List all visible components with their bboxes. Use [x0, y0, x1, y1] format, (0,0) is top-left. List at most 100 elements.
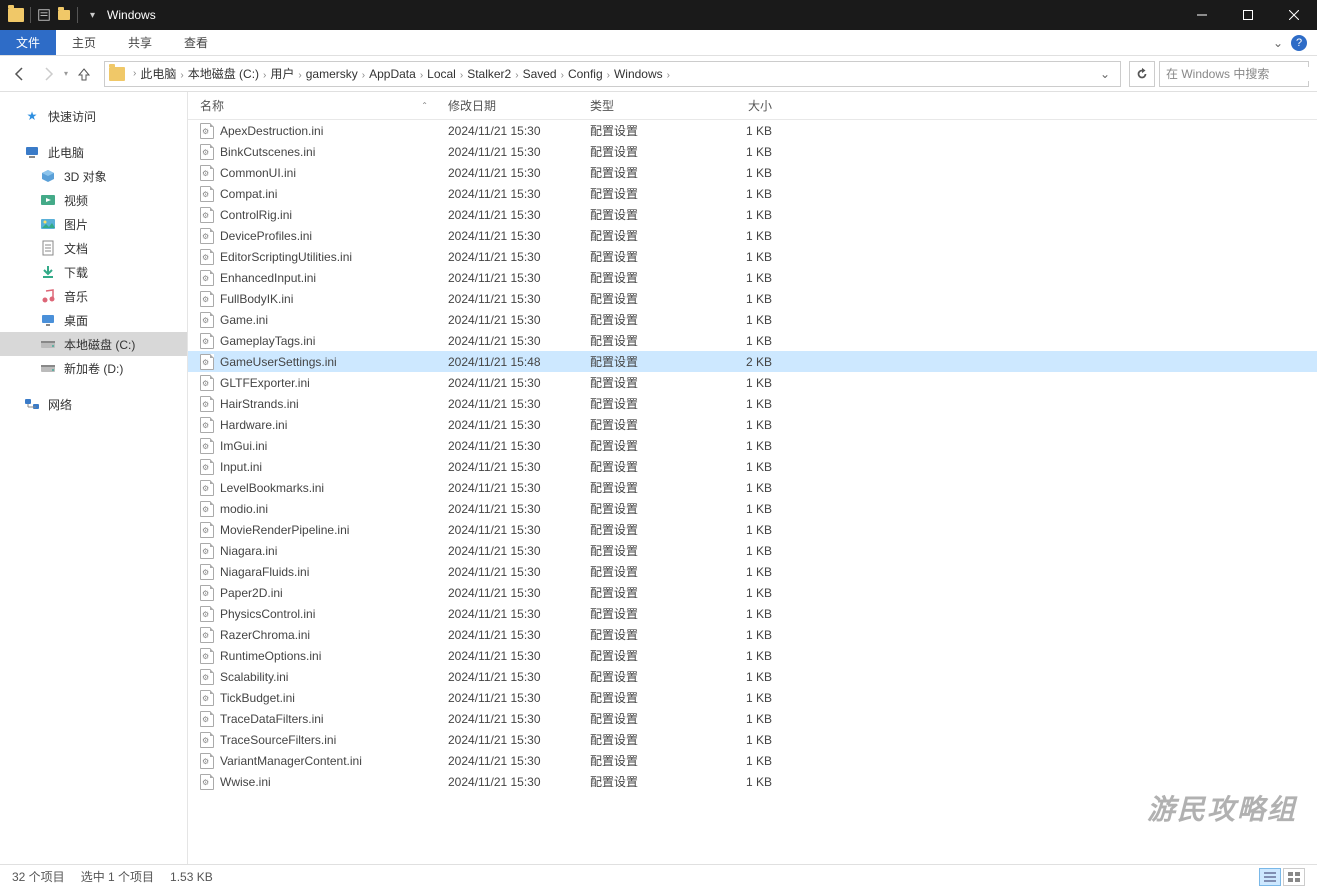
- file-row[interactable]: ⚙Game.ini2024/11/21 15:30配置设置1 KB: [188, 309, 1317, 330]
- ribbon-tab-view[interactable]: 查看: [168, 30, 224, 55]
- file-row[interactable]: ⚙NiagaraFluids.ini2024/11/21 15:30配置设置1 …: [188, 561, 1317, 582]
- file-row[interactable]: ⚙Compat.ini2024/11/21 15:30配置设置1 KB: [188, 183, 1317, 204]
- file-row[interactable]: ⚙HairStrands.ini2024/11/21 15:30配置设置1 KB: [188, 393, 1317, 414]
- address-dropdown-icon[interactable]: ⌄: [1094, 67, 1116, 81]
- help-icon[interactable]: ?: [1291, 35, 1307, 51]
- sidebar-item[interactable]: 图片: [0, 212, 187, 236]
- file-date: 2024/11/21 15:30: [448, 418, 590, 432]
- maximize-button[interactable]: [1225, 0, 1271, 30]
- file-row[interactable]: ⚙GLTFExporter.ini2024/11/21 15:30配置设置1 K…: [188, 372, 1317, 393]
- file-row[interactable]: ⚙Scalability.ini2024/11/21 15:30配置设置1 KB: [188, 666, 1317, 687]
- breadcrumb-segment[interactable]: gamersky: [306, 67, 358, 81]
- file-row[interactable]: ⚙EditorScriptingUtilities.ini2024/11/21 …: [188, 246, 1317, 267]
- address-bar[interactable]: › 此电脑›本地磁盘 (C:)›用户›gamersky›AppData›Loca…: [104, 61, 1121, 87]
- sidebar-item[interactable]: 视频: [0, 188, 187, 212]
- breadcrumb-separator-icon[interactable]: ›: [294, 70, 305, 81]
- file-row[interactable]: ⚙Hardware.ini2024/11/21 15:30配置设置1 KB: [188, 414, 1317, 435]
- file-row[interactable]: ⚙TraceSourceFilters.ini2024/11/21 15:30配…: [188, 729, 1317, 750]
- sidebar-item[interactable]: 音乐: [0, 284, 187, 308]
- file-row[interactable]: ⚙VariantManagerContent.ini2024/11/21 15:…: [188, 750, 1317, 771]
- file-row[interactable]: ⚙EnhancedInput.ini2024/11/21 15:30配置设置1 …: [188, 267, 1317, 288]
- sidebar-this-pc[interactable]: 此电脑: [0, 140, 187, 164]
- breadcrumb-separator-icon[interactable]: ›: [358, 70, 369, 81]
- file-name: Wwise.ini: [220, 775, 271, 789]
- sidebar-network[interactable]: 网络: [0, 392, 187, 416]
- file-row[interactable]: ⚙Wwise.ini2024/11/21 15:30配置设置1 KB: [188, 771, 1317, 792]
- breadcrumb-separator-icon[interactable]: ›: [129, 68, 140, 79]
- file-row[interactable]: ⚙RuntimeOptions.ini2024/11/21 15:30配置设置1…: [188, 645, 1317, 666]
- view-icons-button[interactable]: [1283, 868, 1305, 886]
- file-row[interactable]: ⚙ApexDestruction.ini2024/11/21 15:30配置设置…: [188, 120, 1317, 141]
- ribbon-tab-share[interactable]: 共享: [112, 30, 168, 55]
- sidebar-label: 此电脑: [48, 144, 84, 161]
- file-name: TickBudget.ini: [220, 691, 295, 705]
- column-type[interactable]: 类型: [590, 97, 710, 114]
- file-row[interactable]: ⚙PhysicsControl.ini2024/11/21 15:30配置设置1…: [188, 603, 1317, 624]
- file-row[interactable]: ⚙ControlRig.ini2024/11/21 15:30配置设置1 KB: [188, 204, 1317, 225]
- breadcrumb-segment[interactable]: Saved: [523, 67, 557, 81]
- file-row[interactable]: ⚙FullBodyIK.ini2024/11/21 15:30配置设置1 KB: [188, 288, 1317, 309]
- file-row[interactable]: ⚙CommonUI.ini2024/11/21 15:30配置设置1 KB: [188, 162, 1317, 183]
- file-row[interactable]: ⚙Input.ini2024/11/21 15:30配置设置1 KB: [188, 456, 1317, 477]
- column-size[interactable]: 大小: [710, 97, 780, 114]
- sidebar-item[interactable]: 下载: [0, 260, 187, 284]
- sidebar-item[interactable]: 新加卷 (D:): [0, 356, 187, 380]
- breadcrumb-separator-icon[interactable]: ›: [663, 70, 674, 81]
- ribbon-file-tab[interactable]: 文件: [0, 30, 56, 55]
- qat-new-folder-icon[interactable]: [57, 8, 71, 22]
- ribbon-collapse-icon[interactable]: ⌄: [1273, 36, 1283, 50]
- file-row[interactable]: ⚙RazerChroma.ini2024/11/21 15:30配置设置1 KB: [188, 624, 1317, 645]
- file-row[interactable]: ⚙GameplayTags.ini2024/11/21 15:30配置设置1 K…: [188, 330, 1317, 351]
- sidebar-item[interactable]: 本地磁盘 (C:): [0, 332, 187, 356]
- qat-dropdown-icon[interactable]: ▾: [84, 10, 101, 21]
- sidebar-item[interactable]: 3D 对象: [0, 164, 187, 188]
- file-row[interactable]: ⚙modio.ini2024/11/21 15:30配置设置1 KB: [188, 498, 1317, 519]
- breadcrumb-separator-icon[interactable]: ›: [603, 70, 614, 81]
- breadcrumb-segment[interactable]: Windows: [614, 67, 663, 81]
- qat-properties-icon[interactable]: [37, 8, 51, 22]
- sidebar-item[interactable]: 桌面: [0, 308, 187, 332]
- file-type: 配置设置: [590, 542, 710, 559]
- file-size: 1 KB: [710, 607, 780, 621]
- sidebar-quick-access[interactable]: ★ 快速访问: [0, 104, 187, 128]
- sidebar-item[interactable]: 文档: [0, 236, 187, 260]
- breadcrumb-separator-icon[interactable]: ›: [416, 70, 427, 81]
- breadcrumb-segment[interactable]: Stalker2: [467, 67, 511, 81]
- file-row[interactable]: ⚙LevelBookmarks.ini2024/11/21 15:30配置设置1…: [188, 477, 1317, 498]
- breadcrumb-separator-icon[interactable]: ›: [176, 70, 187, 81]
- back-button[interactable]: [8, 62, 32, 86]
- minimize-button[interactable]: [1179, 0, 1225, 30]
- forward-button[interactable]: [36, 62, 60, 86]
- search-box[interactable]: [1159, 61, 1309, 87]
- file-row[interactable]: ⚙BinkCutscenes.ini2024/11/21 15:30配置设置1 …: [188, 141, 1317, 162]
- breadcrumb-separator-icon[interactable]: ›: [456, 70, 467, 81]
- search-input[interactable]: [1166, 67, 1317, 81]
- breadcrumb-separator-icon[interactable]: ›: [557, 70, 568, 81]
- breadcrumb-segment[interactable]: 此电脑: [140, 67, 176, 81]
- history-dropdown-icon[interactable]: ▾: [64, 69, 68, 78]
- breadcrumb-segment[interactable]: Local: [427, 67, 456, 81]
- column-date[interactable]: 修改日期: [448, 97, 590, 114]
- refresh-button[interactable]: [1129, 61, 1155, 87]
- file-row[interactable]: ⚙GameUserSettings.ini2024/11/21 15:48配置设…: [188, 351, 1317, 372]
- breadcrumb-separator-icon[interactable]: ›: [511, 70, 522, 81]
- view-details-button[interactable]: [1259, 868, 1281, 886]
- breadcrumb-segment[interactable]: AppData: [369, 67, 416, 81]
- file-list[interactable]: 名称⌃ 修改日期 类型 大小 ⚙ApexDestruction.ini2024/…: [188, 92, 1317, 864]
- file-row[interactable]: ⚙ImGui.ini2024/11/21 15:30配置设置1 KB: [188, 435, 1317, 456]
- column-name[interactable]: 名称⌃: [200, 97, 448, 114]
- file-row[interactable]: ⚙DeviceProfiles.ini2024/11/21 15:30配置设置1…: [188, 225, 1317, 246]
- file-row[interactable]: ⚙Niagara.ini2024/11/21 15:30配置设置1 KB: [188, 540, 1317, 561]
- file-row[interactable]: ⚙MovieRenderPipeline.ini2024/11/21 15:30…: [188, 519, 1317, 540]
- file-row[interactable]: ⚙TraceDataFilters.ini2024/11/21 15:30配置设…: [188, 708, 1317, 729]
- close-button[interactable]: [1271, 0, 1317, 30]
- file-row[interactable]: ⚙TickBudget.ini2024/11/21 15:30配置设置1 KB: [188, 687, 1317, 708]
- breadcrumb-segment[interactable]: Config: [568, 67, 603, 81]
- breadcrumb-segment[interactable]: 本地磁盘 (C:): [188, 67, 259, 81]
- up-button[interactable]: [72, 62, 96, 86]
- ribbon-tab-home[interactable]: 主页: [56, 30, 112, 55]
- app-folder-icon: [8, 8, 24, 22]
- file-row[interactable]: ⚙Paper2D.ini2024/11/21 15:30配置设置1 KB: [188, 582, 1317, 603]
- breadcrumb-segment[interactable]: 用户: [270, 67, 294, 81]
- breadcrumb-separator-icon[interactable]: ›: [259, 70, 270, 81]
